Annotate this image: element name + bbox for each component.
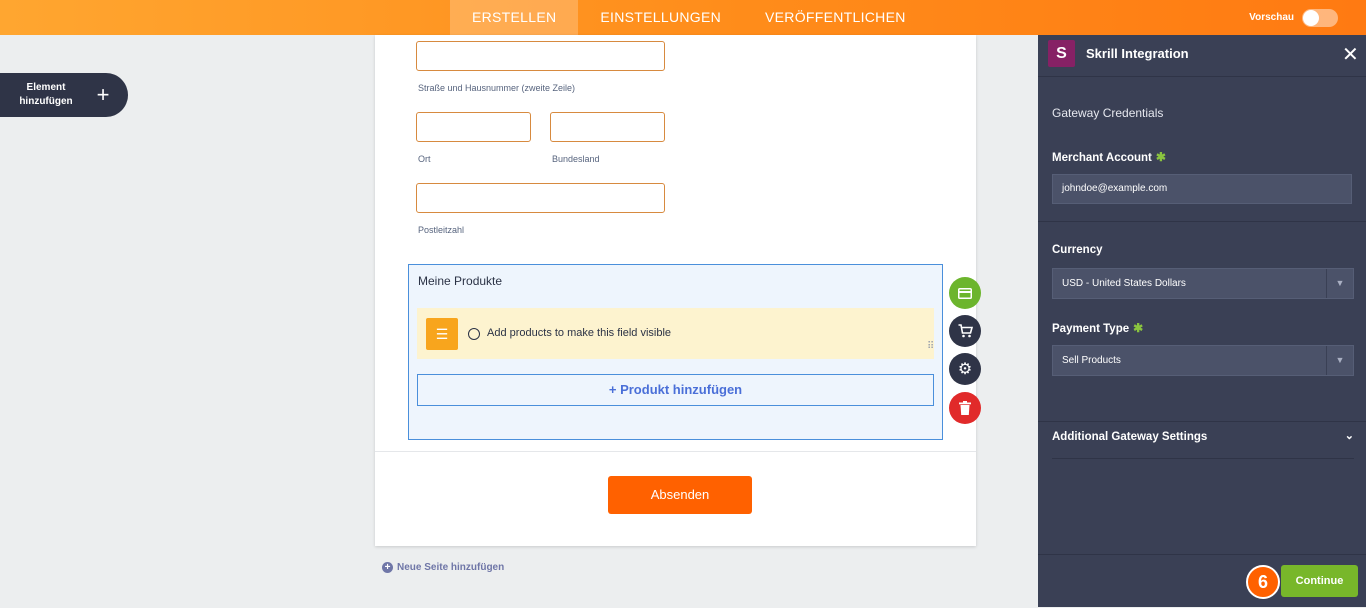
divider: [1038, 421, 1366, 422]
add-circle-icon: +: [382, 562, 393, 573]
payment-card-icon: [958, 287, 972, 299]
new-page-link[interactable]: + Neue Seite hinzufügen: [382, 562, 504, 573]
add-element-label: Element hinzufügen: [0, 81, 92, 109]
divider: [1052, 458, 1354, 459]
gateway-credentials-heading: Gateway Credentials: [1052, 106, 1164, 120]
chevron-down-icon: ▼: [1326, 269, 1353, 298]
top-nav: ERSTELLEN EINSTELLUNGEN VERÖFFENTLICHEN: [450, 0, 928, 35]
payment-card-button[interactable]: [949, 277, 981, 309]
plus-icon: +: [96, 82, 110, 107]
radio-icon[interactable]: [468, 328, 480, 340]
payment-type-select[interactable]: Sell Products ▼: [1052, 345, 1354, 376]
submit-button[interactable]: Absenden: [608, 476, 752, 514]
divider: [375, 451, 976, 452]
drag-handle-icon[interactable]: ⠿: [927, 342, 934, 352]
state-input[interactable]: [550, 112, 665, 142]
add-element-button[interactable]: Element hinzufügen +: [0, 73, 128, 117]
products-notice-text: Add products to make this field visible: [487, 327, 672, 339]
payment-type-label-text: Payment Type: [1052, 323, 1130, 335]
skrill-logo-icon: S: [1048, 40, 1075, 67]
add-element-label-line1: Element: [26, 82, 66, 93]
tab-erstellen[interactable]: ERSTELLEN: [450, 0, 579, 35]
panel-header: S Skrill Integration ✕: [1038, 35, 1366, 77]
step-badge: 6: [1246, 565, 1280, 599]
currency-select[interactable]: USD - United States Dollars ▼: [1052, 268, 1354, 299]
close-icon[interactable]: ✕: [1342, 42, 1359, 67]
products-field[interactable]: Meine Produkte ☰ Add products to make th…: [408, 264, 943, 440]
products-notice: ☰ Add products to make this field visibl…: [417, 308, 934, 359]
continue-button[interactable]: Continue: [1281, 565, 1358, 597]
tab-veroeffentlichen[interactable]: VERÖFFENTLICHEN: [743, 0, 928, 35]
delete-button[interactable]: [949, 392, 981, 424]
payment-type-value: Sell Products: [1062, 355, 1121, 366]
tab-einstellungen[interactable]: EINSTELLUNGEN: [578, 0, 743, 35]
cart-button[interactable]: [949, 315, 981, 347]
chevron-down-icon: ▼: [1326, 346, 1353, 375]
cart-icon: [958, 324, 973, 338]
top-bar: ERSTELLEN EINSTELLUNGEN VERÖFFENTLICHEN …: [0, 0, 1366, 35]
add-product-button[interactable]: + Produkt hinzufügen: [417, 374, 934, 406]
panel-title: Skrill Integration: [1086, 46, 1189, 61]
new-page-label: Neue Seite hinzufügen: [397, 562, 505, 573]
add-element-label-line2: hinzufügen: [19, 96, 73, 107]
settings-button[interactable]: ⚙: [949, 353, 981, 385]
trash-icon: [959, 401, 971, 415]
additional-gateway-settings-label: Additional Gateway Settings: [1052, 431, 1208, 443]
product-list-icon: ☰: [426, 318, 458, 350]
currency-label: Currency: [1052, 244, 1103, 256]
preview-control: Vorschau: [1249, 0, 1338, 35]
zip-label: Postleitzahl: [418, 225, 465, 235]
preview-toggle[interactable]: [1302, 8, 1338, 27]
merchant-account-input[interactable]: johndoe@example.com: [1052, 174, 1352, 204]
form-canvas: Straße und Hausnummer (zweite Zeile) Ort…: [375, 35, 976, 546]
address-line2-label: Straße und Hausnummer (zweite Zeile): [418, 83, 576, 93]
required-star-icon: ✱: [1133, 321, 1144, 335]
payment-type-label: Payment Type ✱: [1052, 321, 1143, 335]
chevron-down-icon: ⌄: [1344, 430, 1354, 442]
address-line2-input[interactable]: [416, 41, 665, 71]
gear-icon: ⚙: [957, 361, 973, 378]
preview-label: Vorschau: [1249, 12, 1294, 23]
merchant-account-label: Merchant Account ✱: [1052, 150, 1166, 164]
state-label: Bundesland: [552, 154, 600, 164]
city-input[interactable]: [416, 112, 531, 142]
products-title: Meine Produkte: [418, 274, 503, 288]
merchant-account-label-text: Merchant Account: [1052, 152, 1152, 164]
panel-footer: 6 Continue: [1038, 554, 1366, 608]
skrill-integration-panel: S Skrill Integration ✕ Gateway Credentia…: [1038, 35, 1366, 607]
toggle-knob: [1303, 9, 1319, 26]
divider: [1038, 221, 1366, 222]
required-star-icon: ✱: [1155, 150, 1166, 164]
zip-input[interactable]: [416, 183, 665, 213]
additional-gateway-settings-toggle[interactable]: Additional Gateway Settings ⌄: [1052, 430, 1354, 443]
currency-value: USD - United States Dollars: [1062, 278, 1186, 289]
city-label: Ort: [418, 154, 431, 164]
